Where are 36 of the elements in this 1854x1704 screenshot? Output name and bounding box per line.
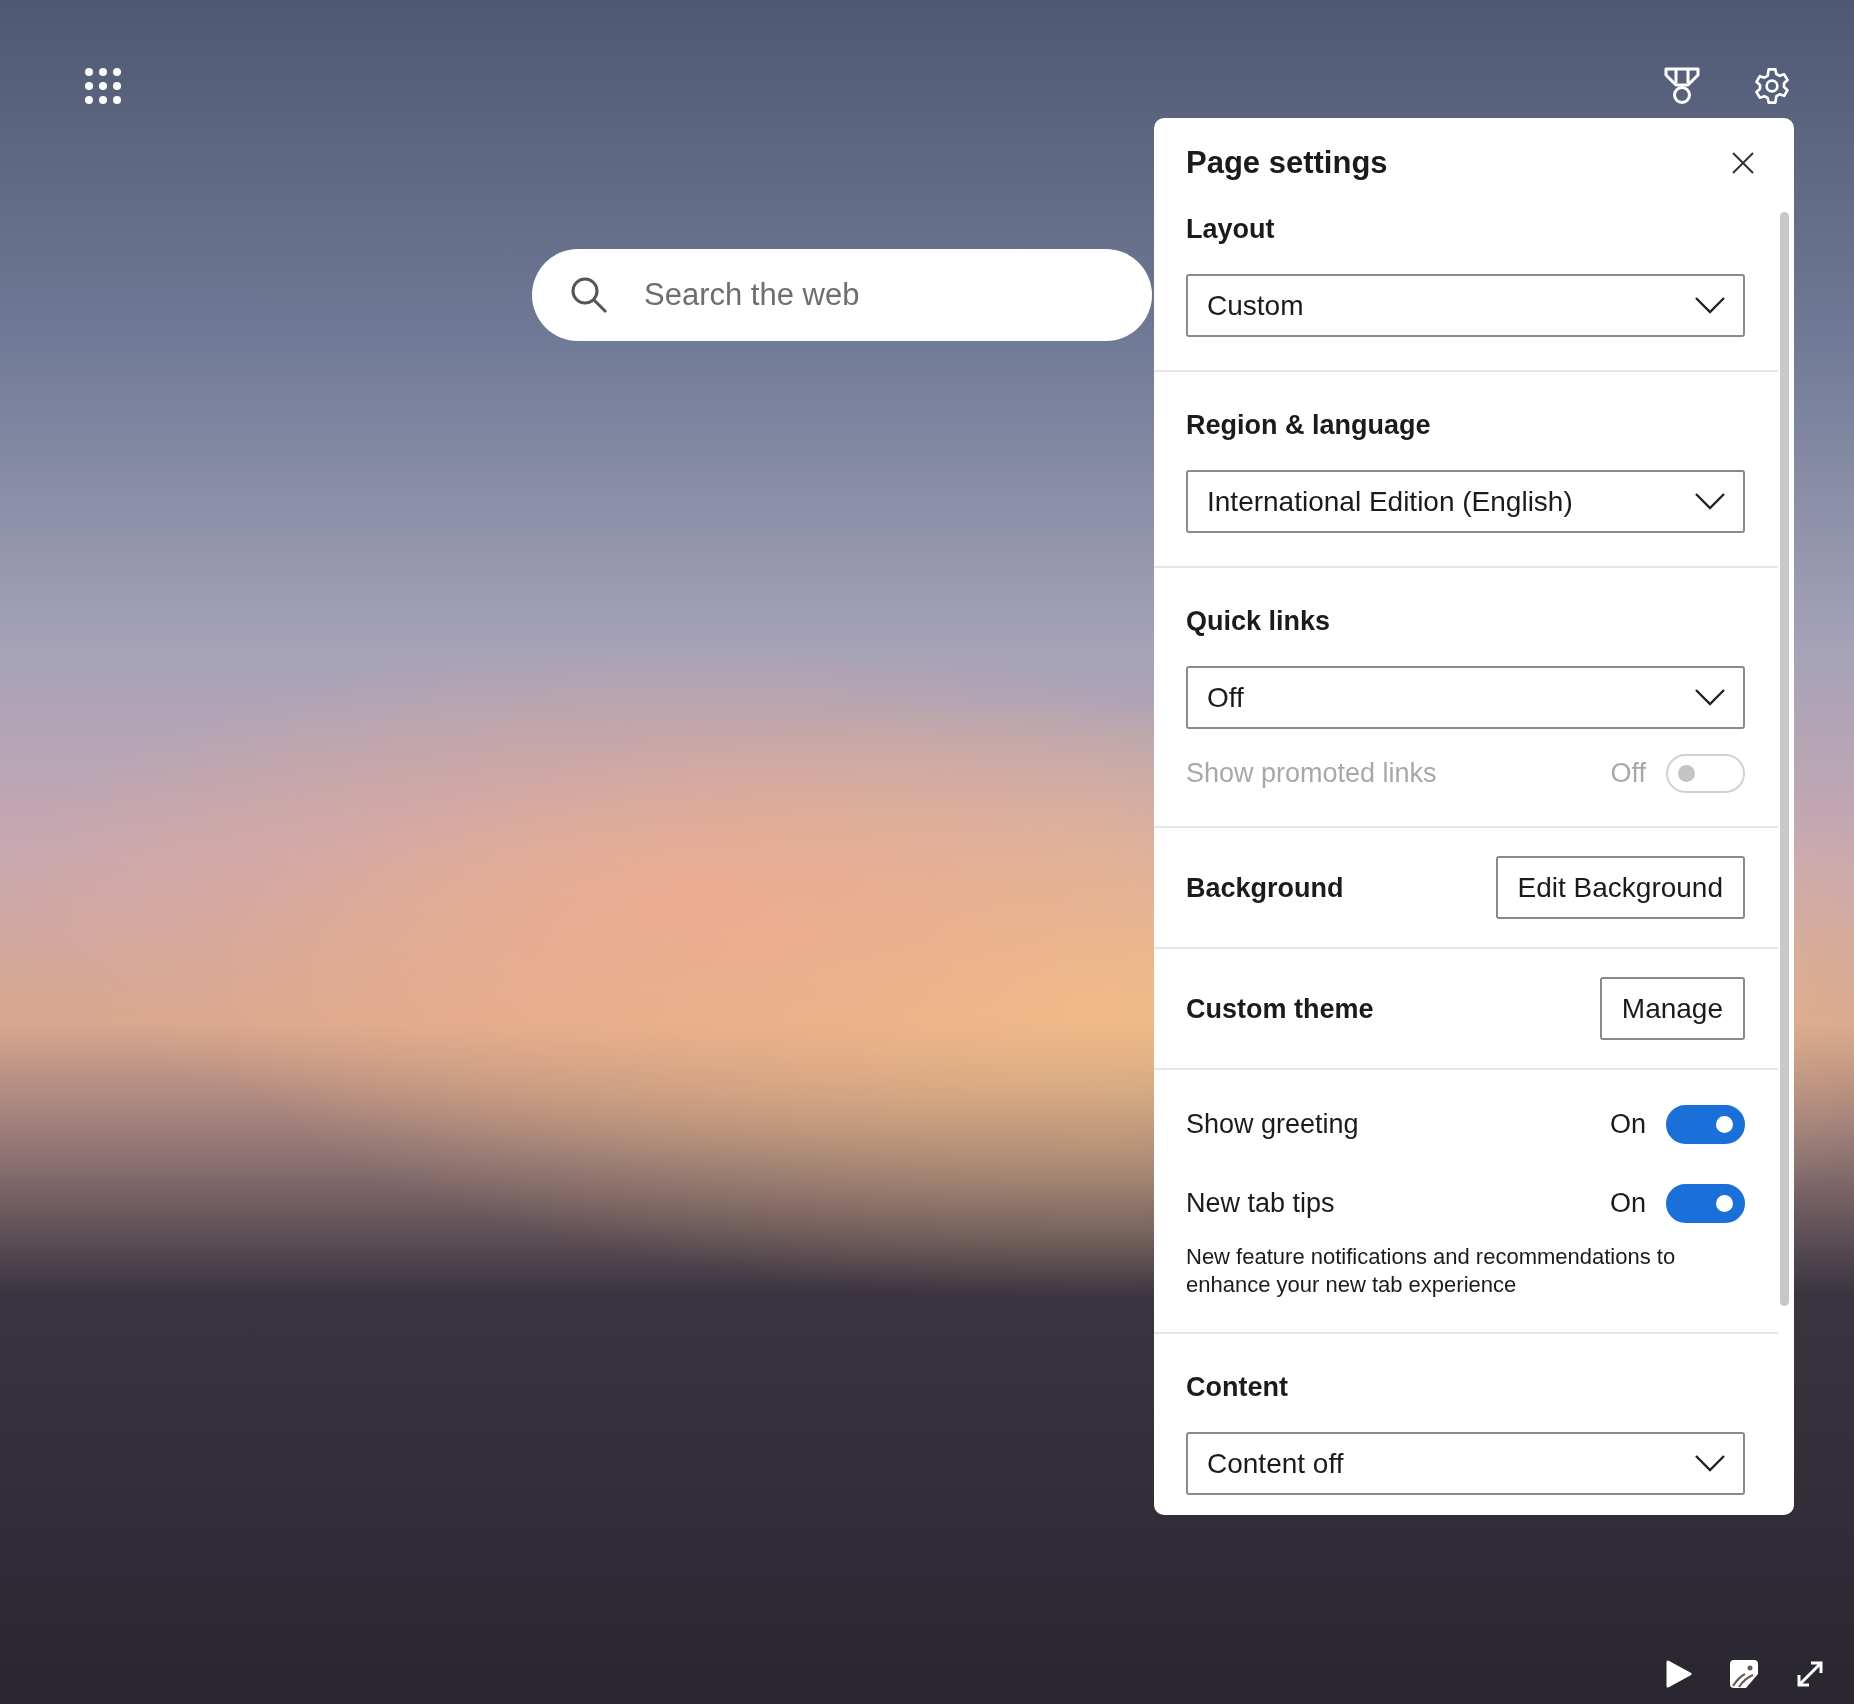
section-heading: Layout	[1186, 213, 1276, 246]
apps-grid-icon[interactable]	[84, 67, 122, 105]
section-button[interactable]: Manage	[1599, 977, 1745, 1040]
toggle-state: On	[1609, 1188, 1646, 1219]
expand-icon[interactable]	[1796, 1660, 1824, 1688]
panel-title: Page settings	[1186, 145, 1388, 181]
toggle-switch[interactable]	[1666, 1184, 1745, 1223]
chevron-icon	[1695, 689, 1725, 706]
section-heading: Content	[1186, 1371, 1289, 1404]
section-heading: Region & language	[1186, 409, 1432, 442]
settings-icon[interactable]	[1752, 66, 1792, 106]
image-icon[interactable]	[1730, 1660, 1758, 1688]
section-button[interactable]: Edit Background	[1495, 856, 1745, 919]
close-icon	[1732, 152, 1754, 174]
toggle-switch[interactable]	[1666, 1105, 1745, 1144]
toggle-state: On	[1609, 1109, 1646, 1140]
search-field[interactable]: Search the web	[532, 249, 1152, 341]
toggle-label: Show greeting	[1186, 1109, 1360, 1140]
section-heading: Quick links	[1186, 605, 1332, 638]
dropdown[interactable]: Off	[1186, 666, 1745, 729]
toggle-label: New tab tips	[1186, 1188, 1336, 1219]
section-heading: Background	[1186, 871, 1344, 905]
chevron-icon	[1695, 493, 1725, 510]
dropdown[interactable]: Custom	[1186, 274, 1745, 337]
toggle-label: Show promoted links	[1186, 758, 1438, 789]
dropdown[interactable]: Content off	[1186, 1432, 1745, 1495]
medal-icon[interactable]	[1664, 67, 1700, 105]
chevron-icon	[1695, 1455, 1725, 1472]
scrollbar[interactable]	[1780, 212, 1789, 1306]
toggle-state: Off	[1610, 758, 1646, 789]
dropdown[interactable]: International Edition (English)	[1186, 470, 1745, 533]
play-icon[interactable]	[1666, 1660, 1692, 1688]
search-icon	[570, 276, 608, 314]
section-heading: Custom theme	[1186, 992, 1374, 1026]
chevron-icon	[1695, 297, 1725, 314]
toggle-description: New feature notifications and recommendations to enhance your new tab experience	[1186, 1243, 1677, 1299]
